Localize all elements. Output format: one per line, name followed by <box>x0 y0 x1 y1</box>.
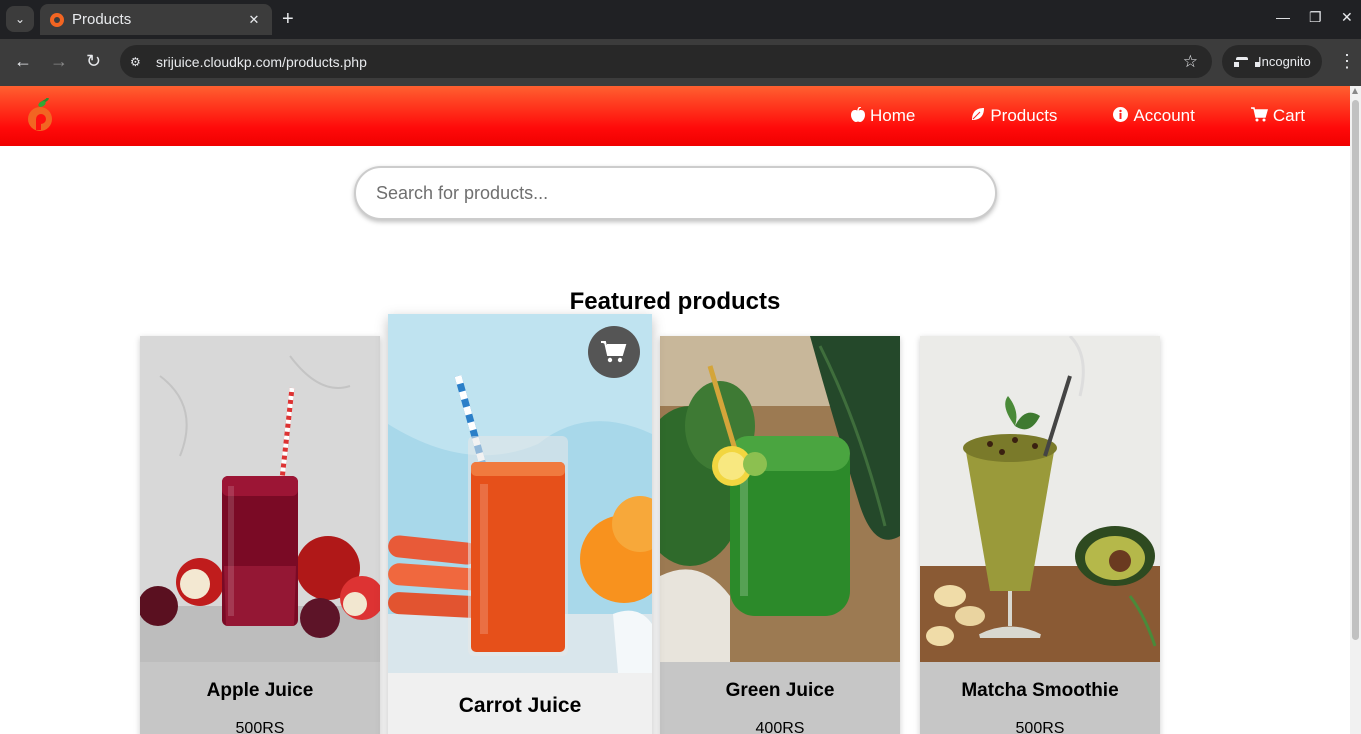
browser-toolbar: ← → ↻ ⚙ srijuice.cloudkp.com/products.ph… <box>0 39 1361 86</box>
browser-menu-icon[interactable]: ⋮ <box>1338 51 1356 72</box>
incognito-indicator[interactable]: Incognito <box>1222 45 1322 78</box>
incognito-label: Incognito <box>1258 54 1311 69</box>
logo-icon[interactable] <box>25 98 55 132</box>
nav-products[interactable]: Products <box>971 106 1057 126</box>
favicon-icon <box>50 12 64 27</box>
incognito-icon <box>1234 56 1260 67</box>
product-price: 400RS <box>755 720 805 734</box>
product-card-matcha-smoothie[interactable]: Matcha Smoothie 500RS <box>920 336 1160 734</box>
tab-search-button[interactable]: ⌄ <box>6 6 34 32</box>
product-name: Green Juice <box>725 680 835 701</box>
product-name: Matcha Smoothie <box>961 680 1119 701</box>
site-header: Home Products Account Cart <box>0 86 1350 146</box>
search-box <box>354 166 997 220</box>
product-price: 500RS <box>235 720 285 734</box>
url-text[interactable]: srijuice.cloudkp.com/products.php <box>156 54 1183 70</box>
info-circle-icon <box>1113 106 1129 126</box>
main-nav: Home Products Account Cart <box>850 86 1350 146</box>
scroll-thumb[interactable] <box>1352 100 1359 640</box>
page-scrollbar[interactable] <box>1350 86 1361 734</box>
nav-account-label: Account <box>1133 106 1195 125</box>
restore-icon[interactable]: ❐ <box>1309 9 1322 26</box>
product-image-matcha-smoothie[interactable] <box>920 336 1160 662</box>
search-input[interactable] <box>356 168 995 218</box>
nav-home-label: Home <box>869 106 916 125</box>
leaf-icon <box>971 107 985 125</box>
product-name: Apple Juice <box>206 680 314 701</box>
bookmark-star-icon[interactable]: ☆ <box>1183 52 1198 72</box>
cart-icon <box>1250 106 1268 126</box>
product-card-apple-juice[interactable]: Apple Juice 500RS <box>140 336 380 734</box>
tab-title: Products <box>72 11 132 28</box>
address-bar[interactable]: ⚙ srijuice.cloudkp.com/products.php ☆ <box>120 45 1212 78</box>
close-window-icon[interactable]: ✕ <box>1341 9 1353 26</box>
page-viewport: Home Products Account Cart Search for pr… <box>0 86 1350 734</box>
product-card-carrot-juice[interactable]: Carrot Juice <box>388 314 652 734</box>
product-image-green-juice[interactable] <box>660 336 900 662</box>
reload-icon[interactable]: ↻ <box>86 51 101 71</box>
product-price: 500RS <box>1015 720 1065 734</box>
site-info-icon[interactable]: ⚙ <box>130 55 148 69</box>
product-name: Carrot Juice <box>458 694 582 717</box>
add-to-cart-button[interactable] <box>588 326 640 378</box>
back-icon[interactable]: ← <box>14 51 32 71</box>
close-tab-icon[interactable]: ✕ <box>244 12 264 28</box>
nav-home[interactable]: Home <box>850 105 916 126</box>
nav-cart[interactable]: Cart <box>1250 106 1305 126</box>
scroll-up-icon[interactable] <box>1352 88 1358 94</box>
nav-cart-label: Cart <box>1272 106 1305 125</box>
browser-tab[interactable]: Products ✕ <box>40 4 272 35</box>
browser-tab-bar: ⌄ Products ✕ + — ❐ ✕ <box>0 0 1361 39</box>
minimize-icon[interactable]: — <box>1276 9 1290 25</box>
product-image-carrot-juice[interactable] <box>388 314 652 673</box>
product-image-apple-juice[interactable] <box>140 336 380 662</box>
apple-icon <box>850 105 865 126</box>
product-card-green-juice[interactable]: Green Juice 400RS <box>660 336 900 734</box>
forward-icon[interactable]: → <box>50 51 68 71</box>
new-tab-button[interactable]: + <box>282 8 294 30</box>
nav-products-label: Products <box>990 106 1058 125</box>
section-title: Featured products <box>569 288 781 315</box>
cart-icon <box>601 341 627 363</box>
nav-account[interactable]: Account <box>1113 106 1195 126</box>
